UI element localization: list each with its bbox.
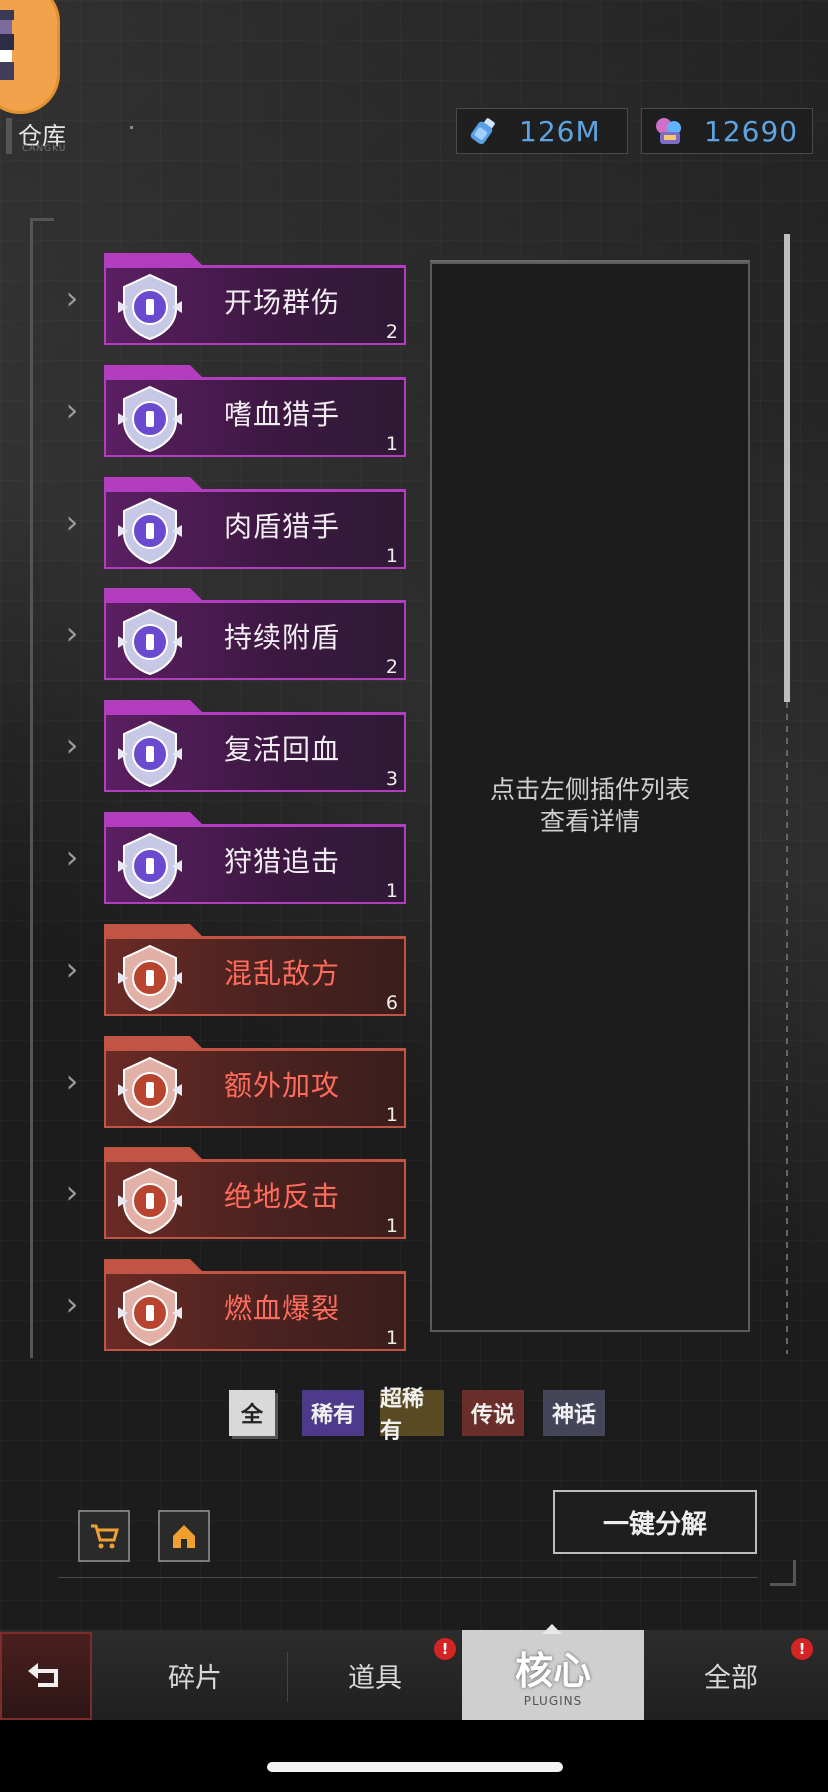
plugin-count: 1 [385, 433, 398, 455]
plugin-item[interactable]: 绝地反击 1 [104, 1147, 406, 1239]
tower-emblem-icon [116, 273, 184, 341]
flame-emblem-icon [116, 1167, 184, 1235]
pixel-character-icon [0, 10, 16, 82]
expand-chevron-icon[interactable]: › [60, 1285, 84, 1323]
plugin-count: 1 [385, 1327, 398, 1349]
blood-emblem-icon [116, 1279, 184, 1347]
expand-chevron-icon[interactable]: › [60, 1062, 84, 1100]
potion-bottle-icon [467, 114, 501, 148]
plugin-item[interactable]: 狩猎追击 1 [104, 812, 406, 904]
system-bar [0, 1720, 828, 1792]
shop-button[interactable] [78, 1510, 130, 1562]
home-button[interactable] [158, 1510, 210, 1562]
currency-potion[interactable]: 126M [456, 108, 628, 154]
frame-corner [770, 1560, 796, 1586]
tab-core[interactable]: 核心 PLUGINS [462, 1624, 644, 1720]
title-marker [6, 118, 12, 154]
scroll-track [786, 702, 788, 1354]
chaos-emblem-icon [116, 944, 184, 1012]
currency-value: 12690 [704, 114, 799, 148]
home-icon [173, 1525, 195, 1548]
home-indicator[interactable] [267, 1762, 563, 1772]
wings-emblem-icon [116, 720, 184, 788]
plugin-count: 6 [385, 992, 398, 1014]
detail-hint-line1: 点击左侧插件列表 [489, 775, 690, 804]
filter-legend[interactable]: 传说 [462, 1390, 524, 1436]
tab-all[interactable]: 全部 [650, 1630, 812, 1720]
tab-items-alert-icon: ! [434, 1638, 456, 1660]
plugin-name: 混乱敌方 [224, 957, 341, 990]
plugin-item[interactable]: 持续附盾 2 [104, 588, 406, 680]
plugin-item[interactable]: 嗜血猎手 1 [104, 365, 406, 457]
filter-super-rare[interactable]: 超稀有 [380, 1386, 444, 1444]
plugin-count: 2 [385, 321, 398, 343]
plugin-name: 狩猎追击 [224, 845, 341, 878]
plugin-item[interactable]: 开场群伤 2 [104, 253, 406, 345]
plugin-name: 开场群伤 [224, 286, 341, 319]
filter-all[interactable]: 全 [229, 1390, 275, 1436]
filter-rare[interactable]: 稀有 [302, 1390, 364, 1436]
divider-line [58, 1577, 758, 1578]
plugin-name: 绝地反击 [224, 1180, 341, 1213]
plugin-count: 2 [385, 656, 398, 678]
filter-myth[interactable]: 神话 [543, 1390, 605, 1436]
plugin-name: 额外加攻 [224, 1069, 341, 1102]
shield-emblem-icon [116, 608, 184, 676]
detail-panel: 点击左侧插件列表 查看详情 [430, 262, 750, 1332]
expand-chevron-icon[interactable]: › [60, 503, 84, 541]
plugin-count: 1 [385, 1104, 398, 1126]
currency-chips[interactable]: 12690 [641, 108, 813, 154]
rose-emblem-icon [116, 385, 184, 453]
plugin-item[interactable]: 额外加攻 1 [104, 1036, 406, 1128]
detail-hint-line2: 查看详情 [539, 807, 640, 836]
active-pointer-icon [542, 1624, 562, 1634]
tab-all-alert-icon: ! [791, 1638, 813, 1660]
list-frame [30, 218, 54, 1358]
plugin-item[interactable]: 复活回血 3 [104, 700, 406, 792]
plugin-item[interactable]: 肉盾猎手 1 [104, 477, 406, 569]
plugin-name: 持续附盾 [224, 621, 341, 654]
plugin-item[interactable]: 燃血爆裂 1 [104, 1259, 406, 1351]
tab-fragments[interactable]: 碎片 [100, 1630, 290, 1720]
nav-divider [287, 1652, 288, 1702]
expand-chevron-icon[interactable]: › [60, 279, 84, 317]
return-arrow-icon [28, 1663, 58, 1687]
tab-core-sub: PLUGINS [523, 1694, 583, 1708]
plugin-name: 复活回血 [224, 733, 341, 766]
expand-chevron-icon[interactable]: › [60, 838, 84, 876]
expand-chevron-icon[interactable]: › [60, 1173, 84, 1211]
expand-chevron-icon[interactable]: › [60, 950, 84, 988]
plugin-item[interactable]: 混乱敌方 6 [104, 924, 406, 1016]
plugin-name: 嗜血猎手 [224, 398, 341, 431]
currency-value: 126M [519, 114, 601, 148]
plugin-count: 1 [385, 545, 398, 567]
player-avatar[interactable] [0, 0, 60, 114]
tab-core-label: 核心 [514, 1648, 591, 1693]
blade-emblem-icon [116, 1056, 184, 1124]
detail-scrollbar[interactable] [784, 234, 790, 702]
expand-chevron-icon[interactable]: › [60, 614, 84, 652]
decompose-all-button[interactable]: 一键分解 [553, 1490, 757, 1554]
armor-emblem-icon [116, 497, 184, 565]
plugin-count: 1 [385, 1215, 398, 1237]
sword-emblem-icon [116, 832, 184, 900]
page-subtitle: CANGKU [22, 144, 67, 154]
expand-chevron-icon[interactable]: › [60, 726, 84, 764]
detail-placeholder: 点击左侧插件列表 查看详情 [432, 774, 748, 838]
expand-chevron-icon[interactable]: › [60, 391, 84, 429]
chip-crystal-icon [652, 114, 686, 148]
plugin-name: 燃血爆裂 [224, 1292, 341, 1325]
plugin-count: 3 [385, 768, 398, 790]
divider-dot [130, 126, 133, 129]
cart-icon [91, 1524, 120, 1549]
back-button[interactable] [0, 1632, 92, 1720]
plugin-name: 肉盾猎手 [224, 510, 341, 543]
plugin-count: 1 [385, 880, 398, 902]
